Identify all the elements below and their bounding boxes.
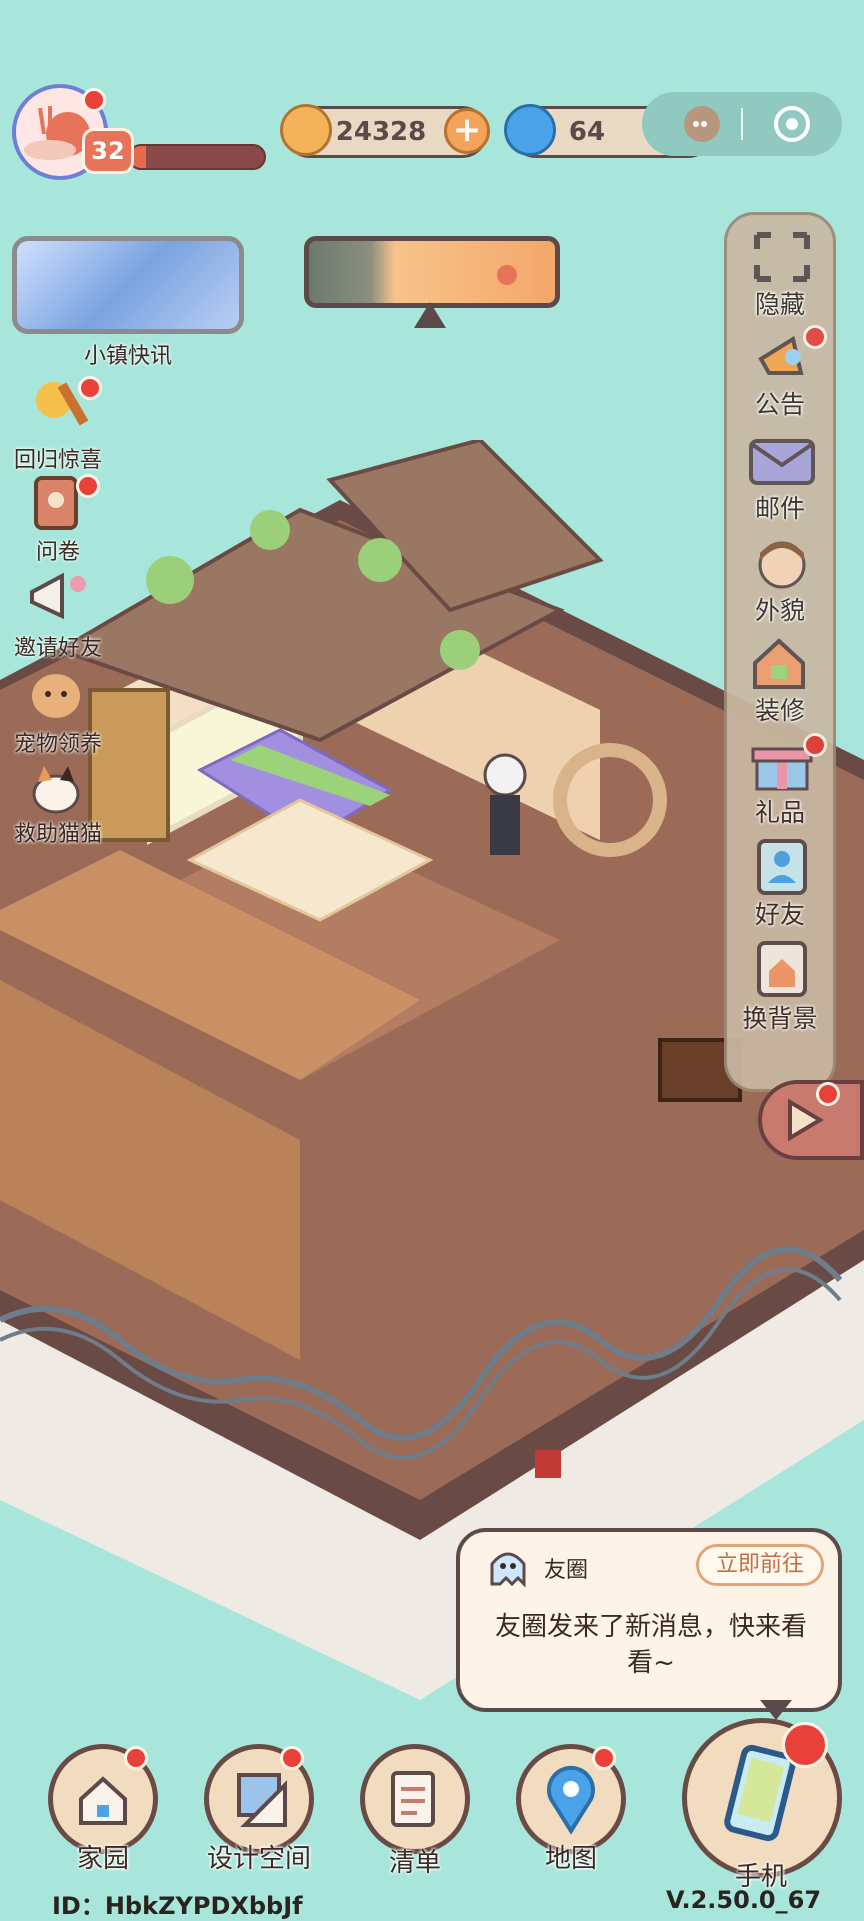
appearance-button[interactable]: 外貌 <box>727 535 833 631</box>
badge-dot <box>124 1746 148 1770</box>
nav-design-label: 设计空间 <box>206 1844 311 1874</box>
dog-icon <box>32 674 80 718</box>
badge-dot <box>78 376 102 400</box>
bubble-tail <box>760 1700 792 1720</box>
town-news-label[interactable]: 小镇快讯 <box>64 338 192 370</box>
badge-dot <box>280 1746 304 1770</box>
megaphone-icon <box>30 572 86 620</box>
cat-icon <box>32 766 80 814</box>
xp-progress-bar <box>128 144 266 170</box>
change-background-label: 换背景 <box>742 1004 818 1033</box>
rescue-cat-button[interactable]: 救助猫猫 <box>0 756 116 848</box>
notification-message-line1: 友圈发来了新消息，快来看 <box>494 1612 807 1642</box>
background-icon <box>757 941 807 997</box>
hide-ui-button[interactable]: 隐藏 <box>727 229 833 325</box>
hide-icon <box>754 232 810 282</box>
nav-list[interactable]: 清单 <box>360 1744 476 1884</box>
play-badge-dot <box>816 1082 840 1106</box>
nav-home[interactable]: 家园 <box>48 1744 164 1884</box>
gift-label: 礼品 <box>754 798 805 827</box>
decorate-label: 装修 <box>754 696 805 725</box>
weather-time-indicator[interactable] <box>304 236 560 308</box>
badge-dot <box>803 325 827 349</box>
town-news-thumbnail[interactable] <box>12 236 244 334</box>
friends-icon <box>757 839 807 895</box>
friends-label: 好友 <box>754 900 805 929</box>
close-miniprogram-button[interactable] <box>772 104 812 144</box>
add-coins-button[interactable]: + <box>444 108 490 154</box>
mail-button[interactable]: 邮件 <box>727 433 833 529</box>
change-background-button[interactable]: 换背景 <box>727 941 833 1041</box>
decorate-icon <box>753 638 805 689</box>
questionnaire-label: 问卷 <box>35 540 80 565</box>
friend-circle-notification[interactable]: 友圈 立即前往 友圈发来了新消息，快来看 看~ <box>456 1528 842 1712</box>
nav-map-label: 地图 <box>544 1844 597 1874</box>
ghost-chat-icon <box>490 1552 526 1588</box>
decorate-button[interactable]: 装修 <box>727 635 833 731</box>
badge-dot <box>592 1746 616 1770</box>
go-now-button[interactable]: 立即前往 <box>696 1544 824 1586</box>
play-button[interactable] <box>758 1080 864 1160</box>
return-surprise-button[interactable]: 回归惊喜 <box>0 372 116 473</box>
appearance-label: 外貌 <box>754 596 805 625</box>
announcement-label: 公告 <box>754 390 805 419</box>
more-dots-icon <box>684 106 720 142</box>
capsule-divider <box>741 108 743 140</box>
gem-swirl-icon <box>504 104 556 156</box>
appearance-icon <box>758 541 806 589</box>
target-circle-icon <box>774 106 810 142</box>
friends-button[interactable]: 好友 <box>727 839 833 935</box>
player-id: ID：HbkZYPDXbbJf <box>52 1892 303 1920</box>
weather-pointer <box>414 302 446 328</box>
hide-label: 隐藏 <box>754 290 805 319</box>
rescue-cat-label: 救助猫猫 <box>13 822 102 847</box>
gift-button[interactable]: 礼品 <box>727 733 833 833</box>
announcement-button[interactable]: 公告 <box>727 325 833 425</box>
nav-list-label: 清单 <box>388 1848 441 1878</box>
version-label: V.2.50.0_67 <box>666 1886 822 1914</box>
questionnaire-button[interactable]: 问卷 <box>0 470 116 565</box>
list-icon <box>391 1771 435 1827</box>
nav-home-label: 家园 <box>76 1844 129 1874</box>
invite-friends-button[interactable]: 邀请好友 <box>0 564 116 661</box>
pet-adoption-label: 宠物领养 <box>13 732 102 757</box>
avatar-notification-dot <box>82 88 106 112</box>
sun-icon <box>497 265 517 285</box>
notification-message-line2: 看~ <box>627 1648 675 1678</box>
nav-map[interactable]: 地图 <box>516 1744 632 1884</box>
mail-icon <box>749 439 815 485</box>
badge-dot <box>803 733 827 757</box>
player-level-badge: 32 <box>82 128 134 174</box>
nav-design-space[interactable]: 设计空间 <box>204 1744 320 1884</box>
mail-label: 邮件 <box>754 494 805 523</box>
badge-dot <box>76 474 100 498</box>
left-menu: 回归惊喜 问卷 邀请好友 宠物领养 救助猫猫 <box>0 372 120 852</box>
invite-friends-label: 邀请好友 <box>13 636 102 661</box>
notification-source: 友圈 <box>544 1558 589 1583</box>
right-menu-panel: 隐藏 公告 邮件 外貌 装修 礼品 好友 换背景 <box>724 212 836 1092</box>
nav-list-circle <box>360 1744 470 1854</box>
more-options-button[interactable] <box>666 102 736 146</box>
phone-badge-dot <box>782 1722 828 1768</box>
pet-adoption-button[interactable]: 宠物领养 <box>0 660 116 757</box>
coin-amount: 24328 <box>335 117 427 147</box>
coin-icon <box>280 104 332 156</box>
mini-program-capsule <box>642 92 842 156</box>
